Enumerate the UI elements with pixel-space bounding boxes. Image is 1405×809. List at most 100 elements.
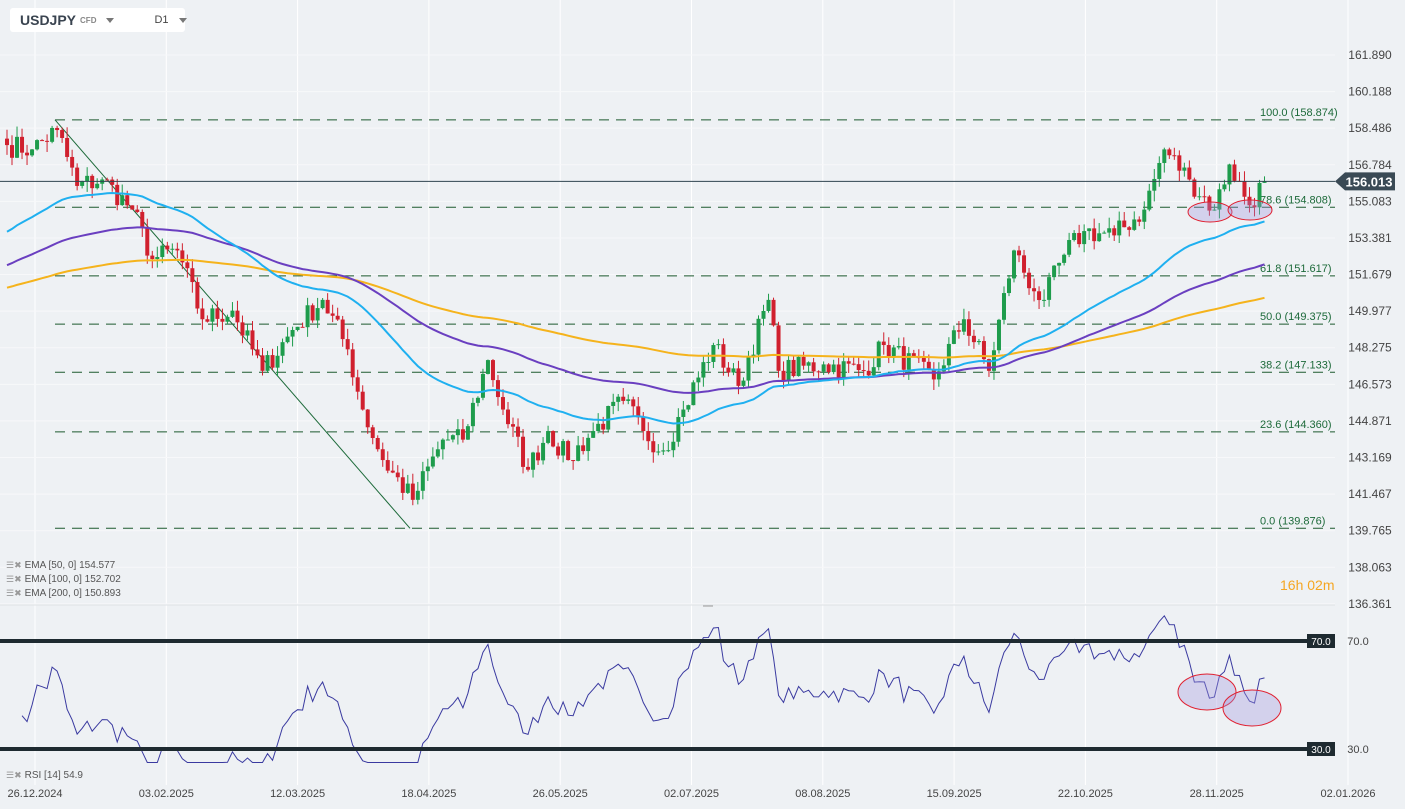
candle	[631, 396, 636, 416]
candle-body	[731, 368, 736, 373]
candle-body	[581, 445, 586, 452]
candle-body	[90, 175, 95, 189]
candle	[370, 424, 375, 445]
candle-body	[385, 460, 390, 471]
candle-body	[1192, 179, 1197, 197]
candle-body	[906, 353, 911, 370]
candle	[876, 340, 881, 371]
settings-icon[interactable]: ☰✖	[6, 560, 22, 570]
ema-label: EMA [50, 0]	[24, 560, 77, 571]
price-tick-label: 143.169	[1348, 451, 1392, 465]
candle	[721, 338, 726, 376]
candle-body	[70, 156, 75, 168]
candle-body	[696, 377, 701, 383]
candle-body	[1057, 262, 1062, 266]
candle-body	[330, 313, 335, 316]
timeframe-dropdown-icon[interactable]	[178, 17, 187, 23]
price-tick-label: 161.890	[1348, 48, 1392, 62]
candle	[1262, 176, 1267, 183]
price-tick-label: 149.977	[1348, 304, 1392, 318]
candle	[556, 442, 561, 460]
price-chart[interactable]: 26.12.2024 03.02.2025 12.03.2025 18.04.2025…	[0, 0, 1405, 809]
ema200-legend[interactable]: ☰✖ EMA [200, 0] 150.893	[6, 588, 121, 599]
candle-body	[651, 441, 656, 453]
candle	[1192, 177, 1197, 199]
candle	[465, 424, 470, 440]
candle-body	[891, 347, 896, 358]
candle-body	[576, 445, 581, 461]
candle-body	[806, 362, 811, 366]
candle-body	[240, 322, 245, 336]
candle	[25, 144, 30, 166]
candle-body	[5, 138, 9, 146]
candle-body	[856, 364, 861, 371]
candle-body	[485, 360, 490, 374]
candle-body	[130, 205, 135, 210]
candle-body	[160, 245, 165, 258]
candle	[621, 387, 626, 405]
candle	[761, 304, 766, 326]
timeframe-selector[interactable]: D1	[154, 14, 168, 26]
candle-body	[40, 140, 45, 142]
candle	[906, 346, 911, 380]
candle-body	[50, 127, 55, 142]
candle-body	[1052, 265, 1057, 278]
candle	[110, 176, 115, 192]
candle-body	[876, 341, 881, 368]
candle	[95, 178, 100, 190]
candle-body	[666, 450, 671, 452]
candle-body	[390, 470, 395, 473]
settings-icon[interactable]: ☰✖	[6, 574, 22, 584]
candle	[771, 297, 776, 327]
candle	[440, 438, 445, 460]
candle-body	[280, 342, 285, 356]
settings-icon[interactable]: ☰✖	[6, 588, 22, 598]
candle-body	[320, 299, 325, 309]
ema-label: EMA [200, 0]	[24, 588, 82, 599]
candle-body	[741, 380, 746, 386]
candle	[1067, 232, 1072, 258]
candle-body	[205, 319, 210, 322]
ema100-legend[interactable]: ☰✖ EMA [100, 0] 152.702	[6, 574, 121, 585]
candle-body	[25, 152, 30, 156]
fib-level-label: 23.6 (144.360)	[1260, 419, 1332, 431]
symbol-selector[interactable]: USDJPY CFD D1	[10, 8, 187, 32]
candle-body	[215, 308, 220, 319]
candle	[1152, 168, 1157, 202]
ema50-legend[interactable]: ☰✖ EMA [50, 0] 154.577	[6, 560, 115, 571]
candle	[521, 429, 526, 474]
settings-icon[interactable]: ☰✖	[6, 770, 22, 780]
candle	[661, 442, 666, 455]
candle-body	[846, 361, 851, 364]
candle-body	[826, 364, 831, 373]
candle	[856, 357, 861, 378]
candle	[791, 355, 796, 378]
candle	[1232, 159, 1237, 183]
candle-body	[1077, 233, 1082, 245]
candle-body	[235, 310, 240, 323]
date-tick-label: 26.12.2024	[7, 788, 62, 800]
candle	[971, 329, 976, 349]
candle	[195, 277, 200, 314]
rsi-legend[interactable]: ☰✖ RSI [14] 54.9	[6, 770, 83, 781]
candle-body	[315, 308, 320, 321]
candle	[500, 389, 505, 416]
candle-body	[821, 364, 826, 372]
candle-body	[1012, 250, 1017, 279]
candle	[45, 134, 50, 152]
candle-countdown: 16h 02m	[1280, 577, 1334, 593]
candle	[931, 362, 936, 390]
rsi-label: RSI [14]	[24, 770, 61, 781]
candle	[1097, 223, 1102, 242]
candle-body	[551, 431, 556, 447]
candle	[626, 394, 631, 405]
price-tick-label: 155.083	[1348, 194, 1392, 208]
candle	[946, 337, 951, 372]
candle-body	[586, 437, 591, 452]
candle	[70, 149, 75, 176]
symbol-dropdown-icon[interactable]	[106, 17, 115, 23]
candle	[666, 440, 671, 453]
candle	[35, 139, 40, 151]
candle-body	[80, 181, 85, 186]
candle-body	[470, 402, 475, 427]
